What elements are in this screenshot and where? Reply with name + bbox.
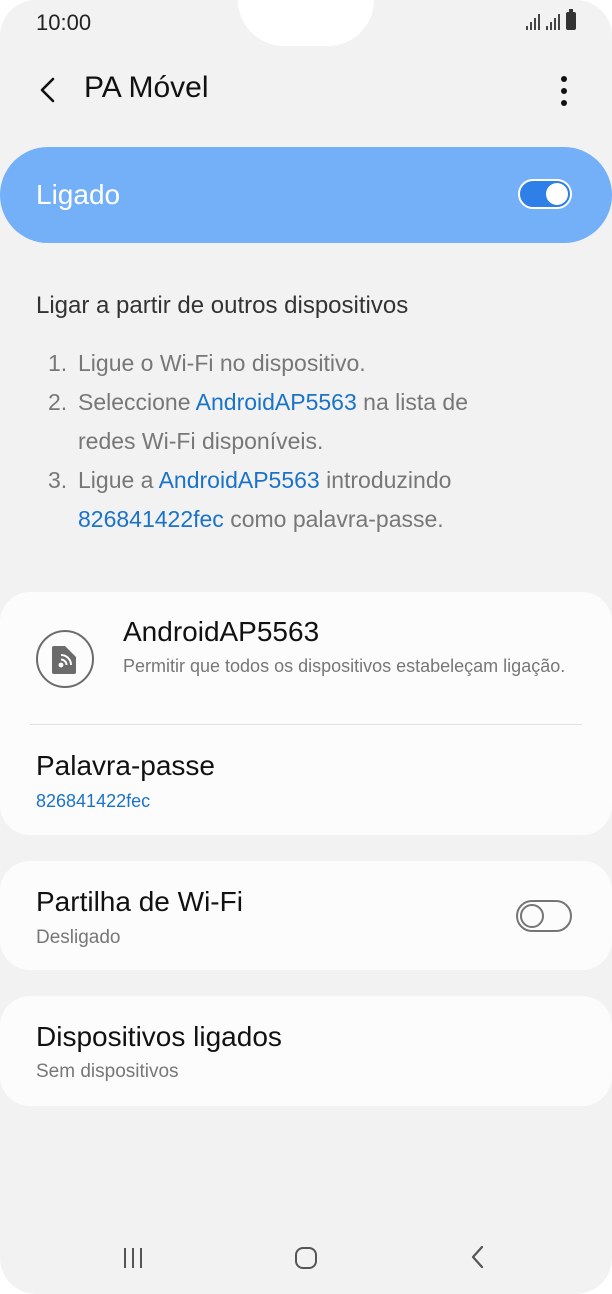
- more-vert-icon: [561, 76, 567, 82]
- recent-apps-button[interactable]: [124, 1248, 142, 1268]
- instruction-step: 2. Seleccione AndroidAP5563 na lista de: [48, 383, 568, 422]
- hotspot-name: AndroidAP5563: [123, 616, 320, 647]
- instruction-step: 1. Ligue o Wi-Fi no dispositivo.: [48, 344, 568, 383]
- camera-notch: [238, 0, 374, 46]
- hotspot-description: Permitir que todos os dispositivos estab…: [123, 656, 566, 676]
- back-button[interactable]: [28, 66, 68, 114]
- password-value: 826841422fec: [36, 791, 151, 811]
- step-text-continued: redes Wi-Fi disponíveis.: [78, 428, 324, 454]
- step-text-continued: 826841422fec como palavra-passe.: [78, 506, 444, 532]
- instructions-title: Ligar a partir de outros dispositivos: [36, 292, 409, 319]
- screen: 10:00 PA Móvel Ligado Ligar a partir de …: [0, 0, 612, 1294]
- step-text: Ligue a AndroidAP5563 introduzindo: [78, 467, 452, 493]
- navigation-bar: [0, 1222, 612, 1294]
- signal-icon: [526, 12, 540, 30]
- hotspot-toggle[interactable]: [518, 179, 572, 209]
- master-switch-label: Ligado: [36, 179, 121, 210]
- instructions-list: 1. Ligue o Wi-Fi no dispositivo. 2. Sele…: [48, 344, 568, 539]
- toggle-knob: [546, 183, 568, 205]
- status-bar: 10:00: [0, 0, 612, 46]
- divider: [30, 724, 582, 725]
- step-number: 3.: [48, 467, 68, 493]
- more-options-button[interactable]: [544, 68, 584, 114]
- app-bar: PA Móvel: [0, 60, 612, 120]
- step-number: 1.: [48, 350, 68, 376]
- instruction-step: 3. Ligue a AndroidAP5563 introduzindo: [48, 461, 568, 500]
- hotspot-device-icon: [36, 630, 94, 688]
- step-text: Seleccione AndroidAP5563 na lista de: [78, 389, 469, 415]
- hotspot-device-icon-glyph: [52, 646, 76, 674]
- network-name-link: AndroidAP5563: [158, 467, 320, 493]
- status-icons: [526, 9, 576, 30]
- signal-icon: [546, 12, 560, 30]
- back-arrow-icon: [40, 77, 55, 103]
- hotspot-master-switch-bar[interactable]: Ligado: [0, 147, 612, 243]
- wifi-sharing-title: Partilha de Wi-Fi: [36, 886, 243, 917]
- status-time: 10:00: [36, 10, 92, 35]
- password-link: 826841422fec: [78, 506, 224, 532]
- nav-back-button[interactable]: [468, 1244, 488, 1270]
- step-number: 2.: [48, 389, 68, 415]
- step-text: Ligue o Wi-Fi no dispositivo.: [78, 350, 366, 376]
- toggle-knob: [520, 904, 544, 928]
- page-title: PA Móvel: [84, 71, 209, 104]
- battery-icon: [566, 9, 576, 30]
- network-name-link: AndroidAP5563: [195, 389, 357, 415]
- connected-devices-status: Sem dispositivos: [36, 1061, 179, 1082]
- wifi-sharing-status: Desligado: [36, 927, 121, 948]
- home-button[interactable]: [295, 1247, 317, 1269]
- wifi-sharing-toggle[interactable]: [516, 900, 572, 932]
- connected-devices-title: Dispositivos ligados: [36, 1021, 282, 1052]
- password-label: Palavra-passe: [36, 750, 215, 781]
